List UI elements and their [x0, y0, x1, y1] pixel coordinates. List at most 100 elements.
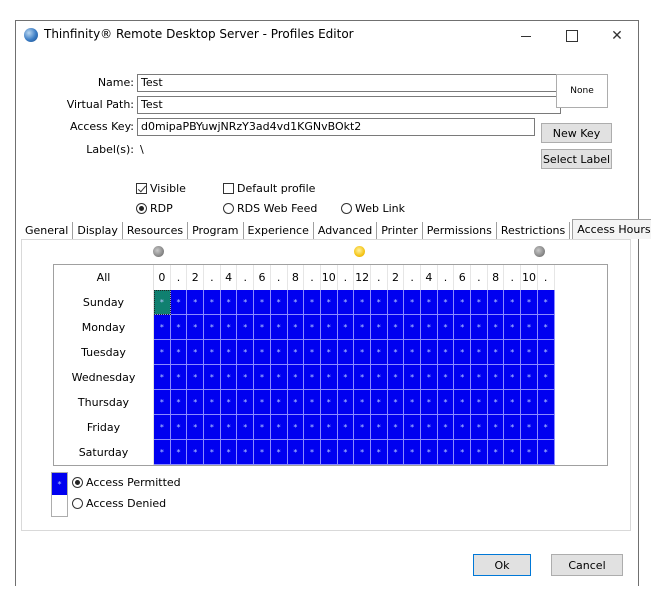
hour-cell[interactable]: * [170, 440, 188, 465]
hour-header[interactable]: . [338, 265, 355, 290]
hour-cell[interactable]: * [421, 340, 438, 365]
hour-cell[interactable]: * [270, 340, 288, 365]
hour-cell[interactable]: * [537, 290, 555, 315]
hour-cell[interactable]: * [454, 315, 472, 340]
hour-cell[interactable]: * [537, 415, 555, 440]
hour-header[interactable]: . [538, 265, 555, 290]
hour-cell[interactable]: * [204, 415, 221, 440]
hour-cell[interactable]: * [204, 340, 221, 365]
hour-cell[interactable]: * [421, 315, 438, 340]
profile-icon-box[interactable]: None [556, 74, 608, 108]
cancel-button[interactable]: Cancel [551, 554, 623, 576]
visible-checkbox[interactable]: Visible [136, 182, 186, 195]
hour-cell[interactable]: * [521, 440, 538, 465]
hour-header[interactable]: 10 [521, 265, 538, 290]
hour-cell[interactable]: * [154, 415, 171, 440]
hour-cell[interactable]: * [287, 315, 305, 340]
hour-cell[interactable]: * [454, 415, 472, 440]
hour-cell[interactable]: * [220, 415, 238, 440]
hour-cell[interactable]: * [354, 365, 371, 390]
access-key-field[interactable]: d0mipaPBYuwjNRzY3ad4vd1KGNvBOkt2 [137, 118, 535, 136]
minimize-button[interactable] [503, 21, 549, 51]
hour-cell[interactable]: * [487, 440, 505, 465]
hour-cell[interactable]: * [320, 315, 338, 340]
hour-cell[interactable]: * [237, 290, 255, 315]
hour-cell[interactable]: * [437, 415, 455, 440]
hour-cell[interactable]: * [471, 415, 488, 440]
hour-cell[interactable]: * [537, 365, 555, 390]
hour-header[interactable]: 6 [454, 265, 472, 290]
hour-cell[interactable]: * [454, 290, 472, 315]
hour-header[interactable]: 12 [354, 265, 371, 290]
hour-cell[interactable]: * [537, 340, 555, 365]
hour-cell[interactable]: * [237, 365, 255, 390]
day-label[interactable]: Wednesday [54, 365, 154, 390]
hour-cell[interactable]: * [270, 415, 288, 440]
tab-advanced[interactable]: Advanced [314, 222, 378, 239]
ok-button[interactable]: Ok [473, 554, 531, 576]
hour-cell[interactable]: * [337, 340, 355, 365]
hour-cell[interactable]: * [471, 390, 488, 415]
hour-cell[interactable]: * [387, 415, 405, 440]
select-all-cell[interactable]: All [54, 265, 154, 290]
hour-cell[interactable]: * [304, 340, 321, 365]
hour-cell[interactable]: * [270, 290, 288, 315]
hour-cell[interactable]: * [187, 415, 205, 440]
hour-cell[interactable]: * [354, 340, 371, 365]
hour-cell[interactable]: * [387, 290, 405, 315]
hour-cell[interactable]: * [454, 340, 472, 365]
hour-header[interactable]: . [171, 265, 188, 290]
hour-header[interactable]: . [371, 265, 388, 290]
hour-cell[interactable]: * [437, 315, 455, 340]
hour-cell[interactable]: * [320, 340, 338, 365]
hour-header[interactable]: 8 [288, 265, 305, 290]
hour-cell[interactable]: * [521, 315, 538, 340]
hour-cell[interactable]: * [521, 340, 538, 365]
hour-cell[interactable]: * [521, 415, 538, 440]
hour-cell[interactable]: * [270, 440, 288, 465]
hour-cell[interactable]: * [471, 340, 488, 365]
new-key-button[interactable]: New Key [541, 123, 612, 143]
hour-cell[interactable]: * [254, 440, 271, 465]
hour-cell[interactable]: * [421, 290, 438, 315]
hour-cell[interactable]: * [270, 390, 288, 415]
hour-cell[interactable]: * [387, 340, 405, 365]
hour-header[interactable]: . [404, 265, 421, 290]
day-label[interactable]: Thursday [54, 390, 154, 415]
hour-cell[interactable]: * [154, 390, 171, 415]
hour-header[interactable]: . [204, 265, 221, 290]
hour-cell[interactable]: * [521, 365, 538, 390]
hour-cell[interactable]: * [154, 315, 171, 340]
radio-access-permitted[interactable]: Access Permitted [72, 476, 181, 489]
hour-cell[interactable]: * [170, 315, 188, 340]
hour-cell[interactable]: * [370, 415, 388, 440]
hour-cell[interactable]: * [304, 415, 321, 440]
hour-cell[interactable]: * [237, 415, 255, 440]
hour-cell[interactable]: * [504, 415, 522, 440]
hour-cell[interactable]: * [404, 340, 421, 365]
tab-display[interactable]: Display [73, 222, 123, 239]
hour-cell[interactable]: * [254, 290, 271, 315]
hour-cell[interactable]: * [287, 390, 305, 415]
hour-header[interactable]: . [304, 265, 321, 290]
hour-cell[interactable]: * [454, 390, 472, 415]
hour-cell[interactable]: * [471, 315, 488, 340]
hour-cell[interactable]: * [220, 365, 238, 390]
hour-cell[interactable]: * [487, 415, 505, 440]
tab-resources[interactable]: Resources [123, 222, 189, 239]
hour-cell[interactable]: * [337, 390, 355, 415]
hour-cell[interactable]: * [387, 440, 405, 465]
hour-cell[interactable]: * [404, 415, 421, 440]
hour-cell[interactable]: * [304, 365, 321, 390]
hour-cell[interactable]: * [287, 440, 305, 465]
hour-cell[interactable]: * [521, 290, 538, 315]
hour-cell[interactable]: * [471, 440, 488, 465]
hour-header[interactable]: 6 [254, 265, 271, 290]
hour-cell[interactable]: * [320, 415, 338, 440]
hour-cell[interactable]: * [170, 290, 188, 315]
radio-rds-web-feed[interactable]: RDS Web Feed [223, 202, 317, 215]
hour-cell[interactable]: * [187, 290, 205, 315]
radio-access-denied[interactable]: Access Denied [72, 497, 166, 510]
hour-cell[interactable]: * [504, 440, 522, 465]
hour-cell[interactable]: * [354, 315, 371, 340]
